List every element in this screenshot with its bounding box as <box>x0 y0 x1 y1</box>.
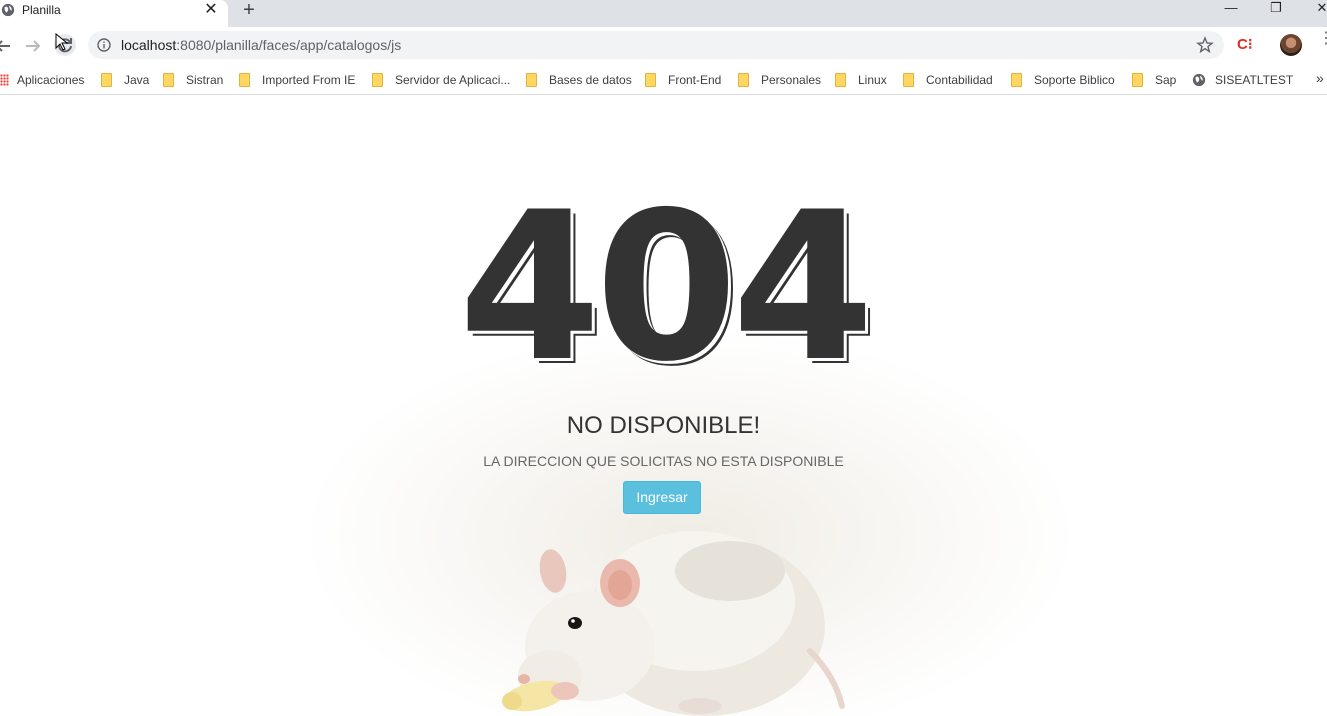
folder-icon <box>1132 73 1143 87</box>
tab-title: Planilla <box>22 3 61 17</box>
address-bar[interactable]: localhost:8080/planilla/faces/app/catalo… <box>88 31 1224 59</box>
bookmark-servidor[interactable]: Servidor de Aplicaci... <box>372 71 510 89</box>
bookmark-star-icon[interactable] <box>1196 36 1214 54</box>
error-subtitle: LA DIRECCION QUE SOLICITAS NO ESTA DISPO… <box>483 453 844 469</box>
bookmark-contabilidad[interactable]: Contabilidad <box>903 71 993 89</box>
back-icon[interactable] <box>0 35 14 57</box>
url-host: localhost <box>121 37 177 53</box>
bookmark-soporte-biblico[interactable]: Soporte Biblico <box>1011 71 1115 89</box>
restore-button[interactable]: ❐ <box>1263 0 1289 18</box>
profile-avatar[interactable] <box>1280 34 1302 56</box>
tab-strip: Planilla ✕ + — ❐ ✕ <box>0 0 1327 27</box>
tab-close-icon[interactable]: ✕ <box>203 0 219 20</box>
folder-icon <box>835 73 846 87</box>
bookmark-bases-de-datos[interactable]: Bases de datos <box>526 71 632 89</box>
bookmark-label: Servidor de Aplicaci... <box>395 73 511 87</box>
error-code: 404 <box>458 169 875 407</box>
folder-icon <box>372 73 383 87</box>
bookmark-imported-from-ie[interactable]: Imported From IE <box>239 71 355 89</box>
globe-icon <box>1 3 15 17</box>
bookmark-siseatltest[interactable]: SISEATLTEST <box>1192 71 1293 89</box>
url-text[interactable]: localhost:8080/planilla/faces/app/catalo… <box>121 37 401 53</box>
info-icon[interactable] <box>97 38 111 52</box>
folder-icon <box>1011 73 1022 87</box>
browser-tab[interactable]: Planilla ✕ <box>0 0 228 27</box>
bookmark-label: Java <box>124 73 150 87</box>
globe-icon <box>1192 73 1206 87</box>
bookmark-java[interactable]: Java <box>101 71 149 89</box>
bookmark-label: Bases de datos <box>549 73 632 87</box>
folder-icon <box>526 73 537 87</box>
bookmark-label: Sistran <box>186 73 224 87</box>
folder-icon <box>903 73 914 87</box>
bookmark-label: Contabilidad <box>926 73 993 87</box>
browser-toolbar: localhost:8080/planilla/faces/app/catalo… <box>0 27 1327 65</box>
minimize-button[interactable]: — <box>1218 0 1244 18</box>
forward-icon[interactable] <box>22 35 44 57</box>
bookmark-label: Soporte Biblico <box>1034 73 1115 87</box>
mouse-illustration <box>502 531 845 716</box>
bookmark-front-end[interactable]: Front-End <box>645 71 721 89</box>
folder-icon <box>101 73 112 87</box>
folder-icon <box>645 73 656 87</box>
bookmark-aplicaciones[interactable]: Aplicaciones <box>0 71 84 89</box>
bookmarks-bar: Aplicaciones Java Sistran Imported From … <box>0 65 1327 95</box>
bookmarks-overflow-button[interactable]: » <box>1316 70 1324 86</box>
bookmark-personales[interactable]: Personales <box>738 71 821 89</box>
apps-icon <box>0 74 9 86</box>
browser-menu-icon[interactable]: ⋮ <box>1318 31 1327 54</box>
bookmark-sistran[interactable]: Sistran <box>163 71 223 89</box>
bookmark-label: Sap <box>1155 73 1177 87</box>
bookmark-label: Linux <box>858 73 887 87</box>
error-title: NO DISPONIBLE! <box>566 412 761 439</box>
folder-icon <box>163 73 174 87</box>
bookmark-linux[interactable]: Linux <box>835 71 887 89</box>
bookmark-label: Aplicaciones <box>17 73 85 87</box>
bookmark-sap[interactable]: Sap <box>1132 71 1176 89</box>
page-content: 404 NO DISPONIBLE! LA DIRECCION QUE SOLI… <box>0 96 1327 716</box>
reload-icon[interactable] <box>53 33 77 57</box>
bookmark-label: Front-End <box>668 73 722 87</box>
bookmark-label: SISEATLTEST <box>1215 73 1294 87</box>
folder-icon <box>738 73 749 87</box>
new-tab-button[interactable]: + <box>240 0 258 20</box>
bookmark-label: Personales <box>761 73 822 87</box>
close-window-button[interactable]: ✕ <box>1309 0 1327 18</box>
url-path: :8080/planilla/faces/app/catalogos/js <box>176 37 402 53</box>
bookmark-label: Imported From IE <box>262 73 356 87</box>
extension-icon[interactable]: C⁝ <box>1237 36 1255 54</box>
folder-icon <box>239 73 250 87</box>
